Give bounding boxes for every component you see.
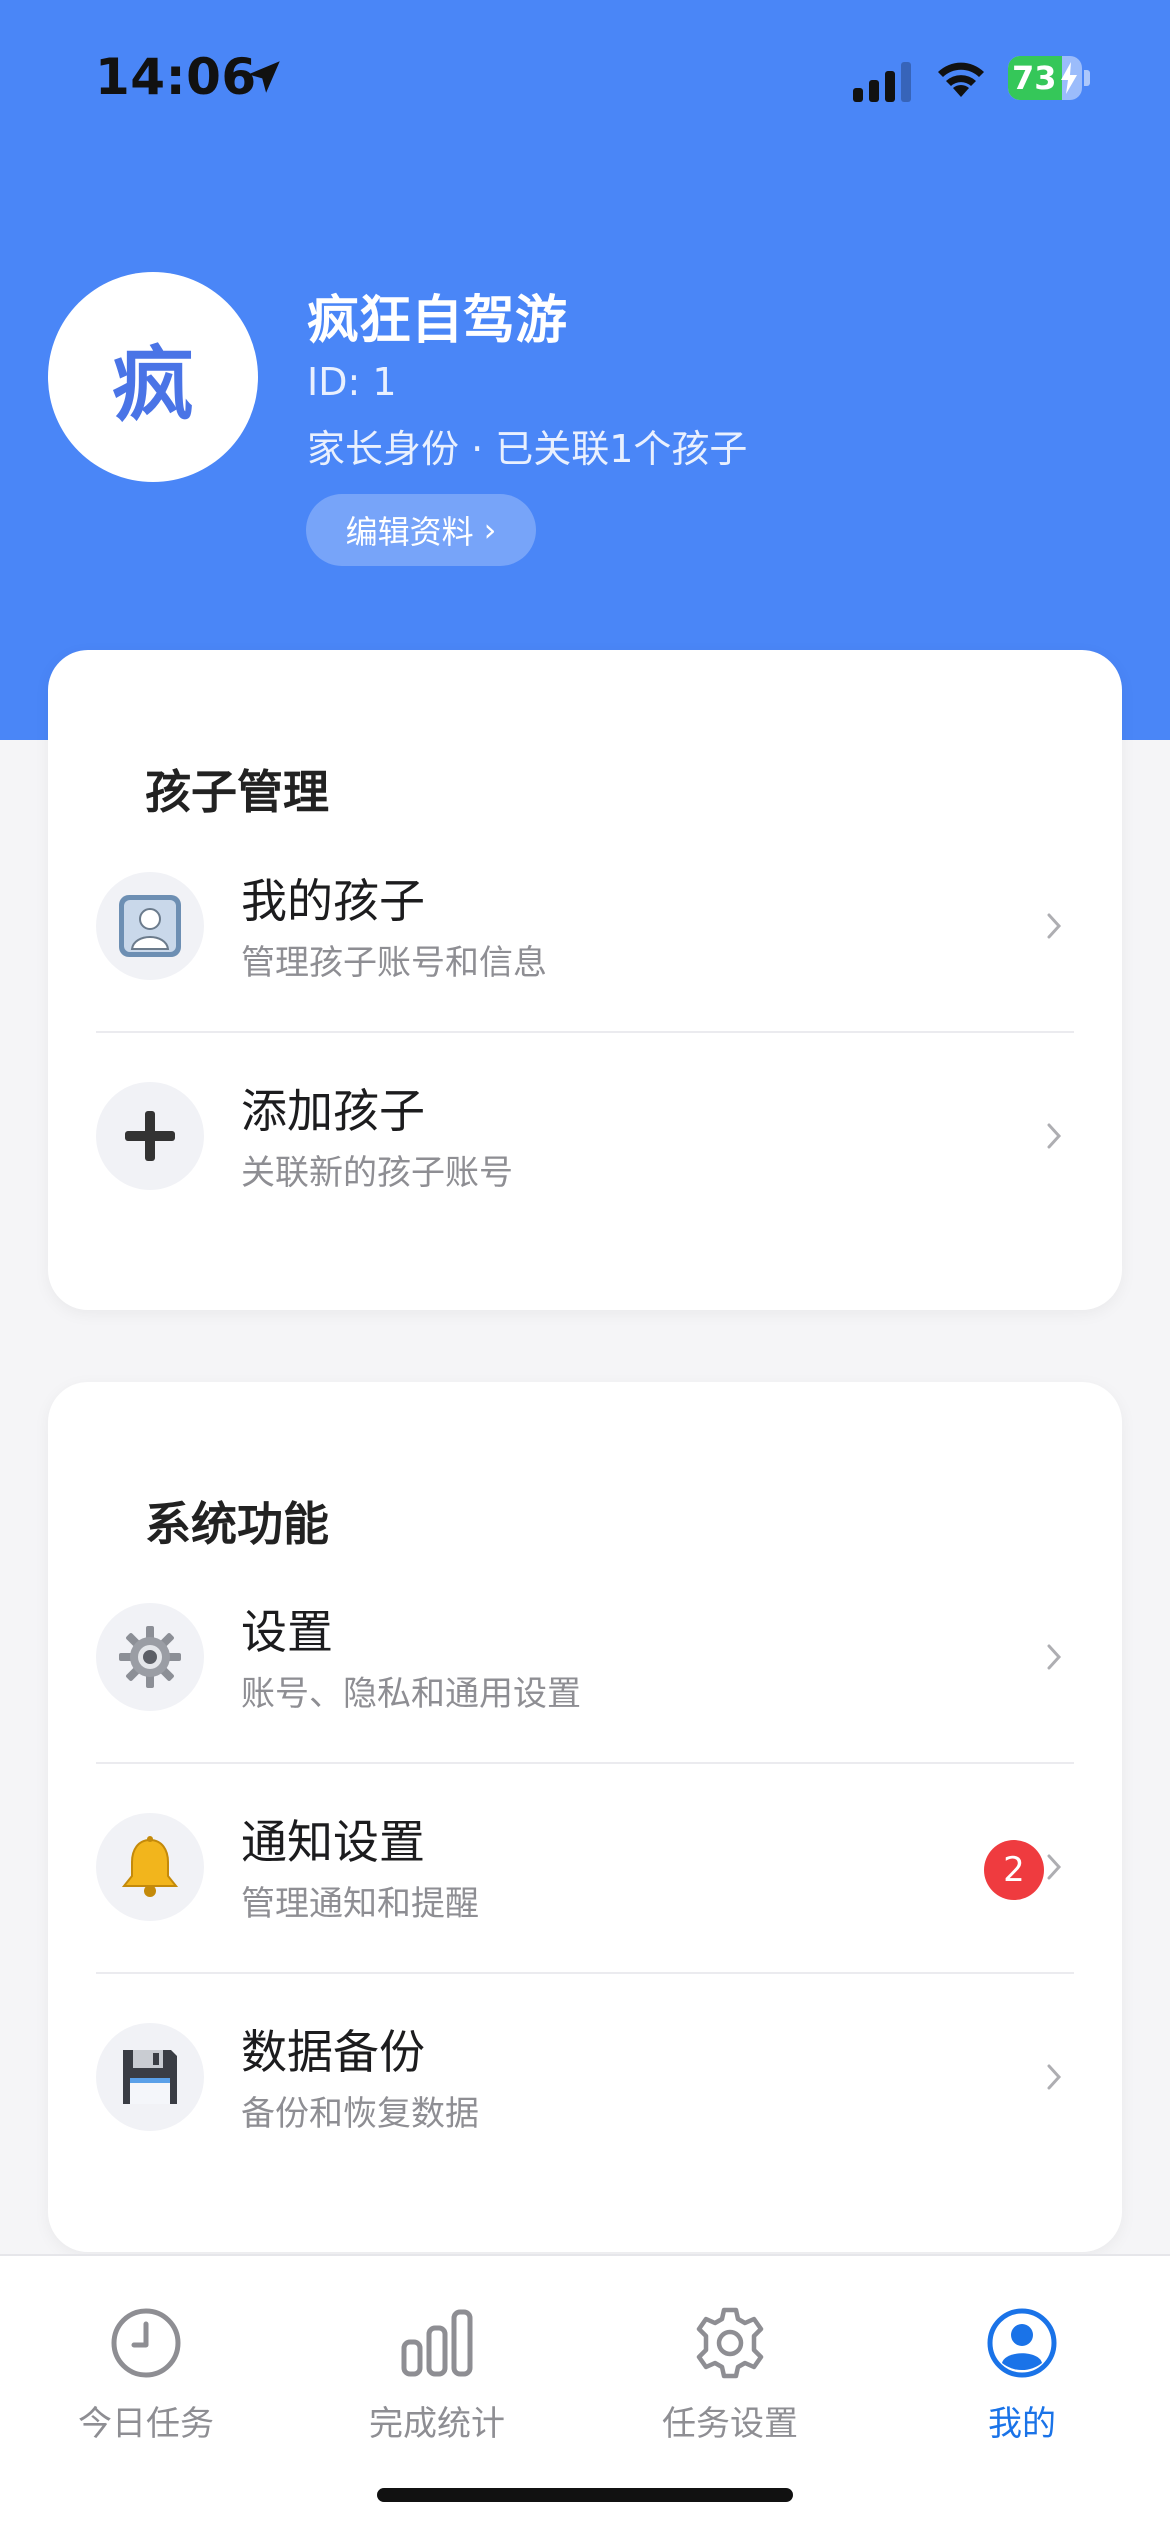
tab-label: 任务设置 (662, 2404, 798, 2444)
list-item-title: 添加孩子 (241, 1084, 425, 1138)
clock-icon (111, 2308, 181, 2378)
chevron-right-icon (1047, 913, 1062, 939)
list-item-notification-settings[interactable]: 通知设置 管理通知和提醒 2 (96, 1764, 1074, 1974)
profile-page: 14:06 73 疯 疯狂自驾游 ID: 1 家长身份 · 已关联1个孩子 编辑… (0, 0, 1170, 2532)
list-item-subtitle: 管理孩子账号和信息 (241, 943, 547, 983)
notification-badge: 2 (984, 1840, 1044, 1900)
home-indicator (377, 2488, 793, 2502)
list-item-my-children[interactable]: 我的孩子 管理孩子账号和信息 (96, 823, 1074, 1033)
child-portrait-icon (119, 895, 181, 957)
settings-gear-icon (696, 2307, 764, 2379)
floppy-disk-icon (123, 2050, 177, 2104)
wifi-icon (938, 62, 984, 97)
edit-profile-button[interactable]: 编辑资料 › (306, 494, 536, 566)
list-item-title: 通知设置 (241, 1815, 425, 1869)
user-id: ID: 1 (307, 360, 397, 404)
profile-header: 14:06 73 疯 疯狂自驾游 ID: 1 家长身份 · 已关联1个孩子 编辑… (0, 0, 1170, 740)
tab-label: 今日任务 (78, 2404, 214, 2444)
battery-charging-icon: 73 (1008, 56, 1090, 100)
section-title: 孩子管理 (145, 765, 329, 819)
list-item-title: 设置 (241, 1605, 333, 1659)
list-item-title: 数据备份 (241, 2025, 425, 2079)
section-title: 系统功能 (145, 1497, 329, 1551)
list-item-add-child[interactable]: 添加孩子 关联新的孩子账号 (96, 1033, 1074, 1243)
battery-level: 73 (1012, 59, 1057, 97)
avatar[interactable]: 疯 (48, 272, 258, 482)
chevron-right-icon (1047, 1123, 1062, 1149)
chevron-right-icon: › (483, 511, 497, 549)
child-management-card: 孩子管理 我的孩子 管理孩子账号和信息 添加孩子 关联新的孩子账号 (48, 650, 1122, 1310)
list-item-data-backup[interactable]: 数据备份 备份和恢复数据 (96, 1974, 1074, 2184)
edit-profile-label: 编辑资料 (345, 513, 474, 551)
user-role: 家长身份 · 已关联1个孩子 (307, 427, 748, 471)
chevron-right-icon (1047, 1854, 1062, 1880)
list-item-subtitle: 管理通知和提醒 (241, 1884, 479, 1924)
chevron-right-icon (1047, 2064, 1062, 2090)
list-item-settings[interactable]: 设置 账号、隐私和通用设置 (96, 1554, 1074, 1764)
tab-task-settings[interactable]: 任务设置 (630, 2304, 830, 2454)
bar-chart-icon (401, 2309, 473, 2377)
profile-icon (987, 2308, 1057, 2378)
plus-icon (125, 1111, 175, 1161)
tab-me[interactable]: 我的 (922, 2304, 1122, 2454)
status-bar: 14:06 73 (0, 0, 1170, 150)
tab-today-tasks[interactable]: 今日任务 (46, 2304, 246, 2454)
bell-icon (121, 1836, 179, 1897)
list-item-subtitle: 账号、隐私和通用设置 (241, 1674, 581, 1714)
cellular-signal-icon (853, 62, 911, 102)
list-item-title: 我的孩子 (241, 874, 425, 928)
status-time: 14:06 (95, 48, 257, 106)
user-name: 疯狂自驾游 (307, 291, 568, 351)
system-functions-card: 系统功能 设置 账号、隐私和通用设置 通知设置 管理通知和提醒 2 数据备份 备… (48, 1382, 1122, 2252)
gear-icon (119, 1626, 181, 1688)
chevron-right-icon (1047, 1644, 1062, 1670)
list-item-subtitle: 备份和恢复数据 (241, 2094, 479, 2134)
list-item-subtitle: 关联新的孩子账号 (241, 1153, 513, 1193)
location-arrow-icon (248, 61, 280, 93)
tab-label: 完成统计 (369, 2404, 505, 2444)
tab-label: 我的 (988, 2404, 1056, 2444)
tab-completion-stats[interactable]: 完成统计 (337, 2304, 537, 2454)
